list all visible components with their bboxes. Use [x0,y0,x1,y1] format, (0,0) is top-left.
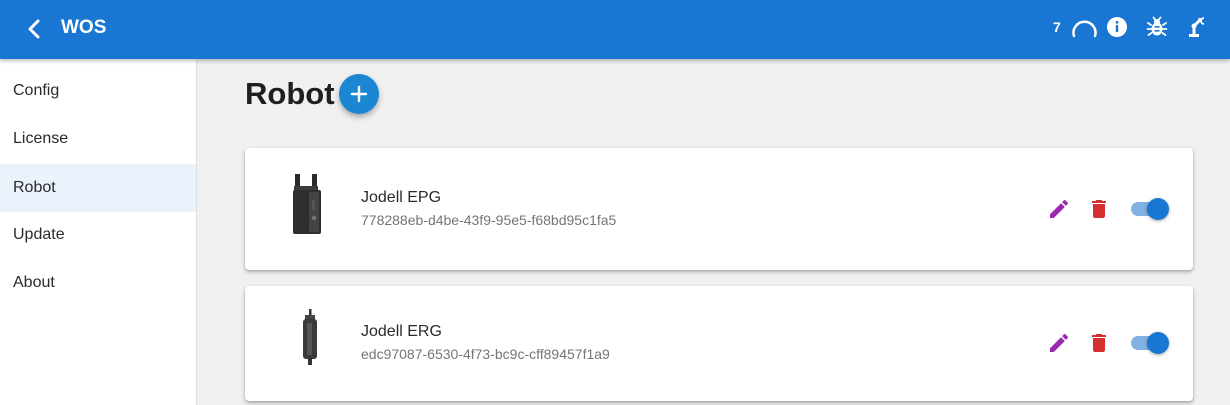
task-count-badge: 7 [1053,19,1061,35]
robot-card: Jodell EPG 778288eb-d4be-43f9-95e5-f68bd… [245,148,1193,270]
gripper-epg-image [293,174,321,234]
bug-icon[interactable] [1145,15,1169,39]
enable-toggle[interactable] [1131,196,1171,222]
page-title: Robot [245,76,335,111]
robot-name: Jodell ERG [361,323,442,340]
sidebar: Config License Robot Update About [0,59,197,405]
chevron-left-icon [28,19,40,39]
main-content: Robot Jodell EPG 778288eb-d4be-43f9-95e5… [197,59,1230,405]
robot-id: edc97087-6530-4f73-bc9c-cff89457f1a9 [361,346,610,362]
plus-icon [350,85,368,103]
app-bar: WOS 7 [0,0,1230,59]
robot-card: Jodell ERG edc97087-6530-4f73-bc9c-cff89… [245,286,1193,401]
app-title: WOS [61,17,107,38]
sidebar-item-license[interactable]: License [0,115,196,163]
gripper-erg-image [303,309,317,365]
toggle-knob [1147,198,1169,220]
edit-icon[interactable] [1047,197,1071,221]
robot-id: 778288eb-d4be-43f9-95e5-f68bd95c1fa5 [361,212,617,228]
toggle-knob [1147,332,1169,354]
sidebar-item-config[interactable]: Config [0,67,196,115]
info-icon[interactable] [1105,15,1129,39]
add-robot-button[interactable] [339,74,379,114]
delete-icon[interactable] [1087,197,1111,221]
edit-icon[interactable] [1047,331,1071,355]
delete-icon[interactable] [1087,331,1111,355]
loading-spinner-icon [1072,20,1097,38]
sidebar-item-about[interactable]: About [0,259,196,307]
sidebar-item-update[interactable]: Update [0,211,196,259]
robot-name: Jodell EPG [361,189,442,206]
enable-toggle[interactable] [1131,330,1171,356]
back-button[interactable] [20,14,50,44]
sidebar-item-robot[interactable]: Robot [0,164,196,212]
robot-arm-icon[interactable] [1185,15,1209,39]
